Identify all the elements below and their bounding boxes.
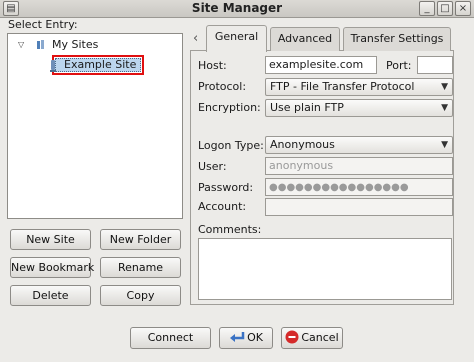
logon-type-select[interactable]: Anonymous ▼ bbox=[265, 136, 453, 154]
user-input[interactable]: anonymous bbox=[265, 157, 453, 175]
protocol-value: FTP - File Transfer Protocol bbox=[270, 80, 415, 93]
comments-label: Comments: bbox=[198, 223, 262, 236]
logon-type-value: Anonymous bbox=[270, 138, 335, 151]
protocol-label: Protocol: bbox=[198, 80, 247, 93]
window-title: Site Manager bbox=[191, 1, 283, 15]
delete-button[interactable]: Delete bbox=[10, 285, 91, 306]
new-site-button[interactable]: New Site bbox=[10, 229, 91, 250]
ok-button[interactable]: OK bbox=[219, 327, 273, 349]
host-input[interactable]: examplesite.com bbox=[265, 56, 377, 74]
site-tree[interactable]: ▽ My Sites Example Site bbox=[7, 33, 183, 219]
connect-button[interactable]: Connect bbox=[130, 327, 211, 349]
cancel-button[interactable]: Cancel bbox=[281, 327, 343, 349]
new-folder-button[interactable]: New Folder bbox=[100, 229, 181, 250]
copy-button[interactable]: Copy bbox=[100, 285, 181, 306]
account-label: Account: bbox=[198, 200, 247, 213]
port-label: Port: bbox=[386, 59, 412, 72]
close-button[interactable]: × bbox=[455, 1, 471, 16]
tab-advanced[interactable]: Advanced bbox=[270, 27, 340, 51]
tree-node-my-sites[interactable]: My Sites bbox=[52, 38, 98, 51]
minimize-button[interactable]: _ bbox=[419, 1, 435, 16]
site-icon bbox=[50, 60, 56, 72]
protocol-select[interactable]: FTP - File Transfer Protocol ▼ bbox=[265, 78, 453, 96]
password-label: Password: bbox=[198, 181, 254, 194]
encryption-label: Encryption: bbox=[198, 101, 261, 114]
folder-icon bbox=[37, 40, 44, 49]
tab-general[interactable]: General bbox=[206, 25, 267, 52]
tab-transfer-settings[interactable]: Transfer Settings bbox=[343, 27, 451, 51]
chevron-down-icon: ▼ bbox=[441, 82, 448, 92]
ok-label: OK bbox=[247, 331, 263, 344]
title-bar[interactable]: ▤ Site Manager _ □ × bbox=[0, 0, 474, 18]
password-input[interactable]: ●●●●●●●●●●●●●●●● bbox=[265, 178, 453, 196]
tab-scroll-left-icon[interactable]: ‹ bbox=[193, 31, 198, 46]
cancel-icon bbox=[285, 330, 299, 344]
user-label: User: bbox=[198, 160, 227, 173]
host-label: Host: bbox=[198, 59, 227, 72]
cancel-label: Cancel bbox=[301, 331, 339, 344]
tree-expander-icon[interactable]: ▽ bbox=[18, 40, 27, 49]
chevron-down-icon: ▼ bbox=[441, 140, 448, 150]
chevron-down-icon: ▼ bbox=[441, 103, 448, 113]
encryption-value: Use plain FTP bbox=[270, 101, 344, 114]
password-dots: ●●●●●●●●●●●●●●●● bbox=[269, 182, 409, 193]
tree-node-example-site[interactable]: Example Site bbox=[64, 58, 136, 72]
account-input[interactable] bbox=[265, 198, 453, 216]
new-bookmark-button[interactable]: New Bookmark bbox=[10, 257, 94, 278]
select-entry-label: Select Entry: bbox=[8, 18, 78, 31]
comments-textarea[interactable] bbox=[198, 238, 452, 300]
rename-button[interactable]: Rename bbox=[100, 257, 181, 278]
encryption-select[interactable]: Use plain FTP ▼ bbox=[265, 99, 453, 117]
maximize-button[interactable]: □ bbox=[437, 1, 453, 16]
enter-arrow-icon bbox=[230, 332, 245, 342]
port-input[interactable] bbox=[417, 56, 453, 74]
logon-type-label: Logon Type: bbox=[198, 139, 264, 152]
